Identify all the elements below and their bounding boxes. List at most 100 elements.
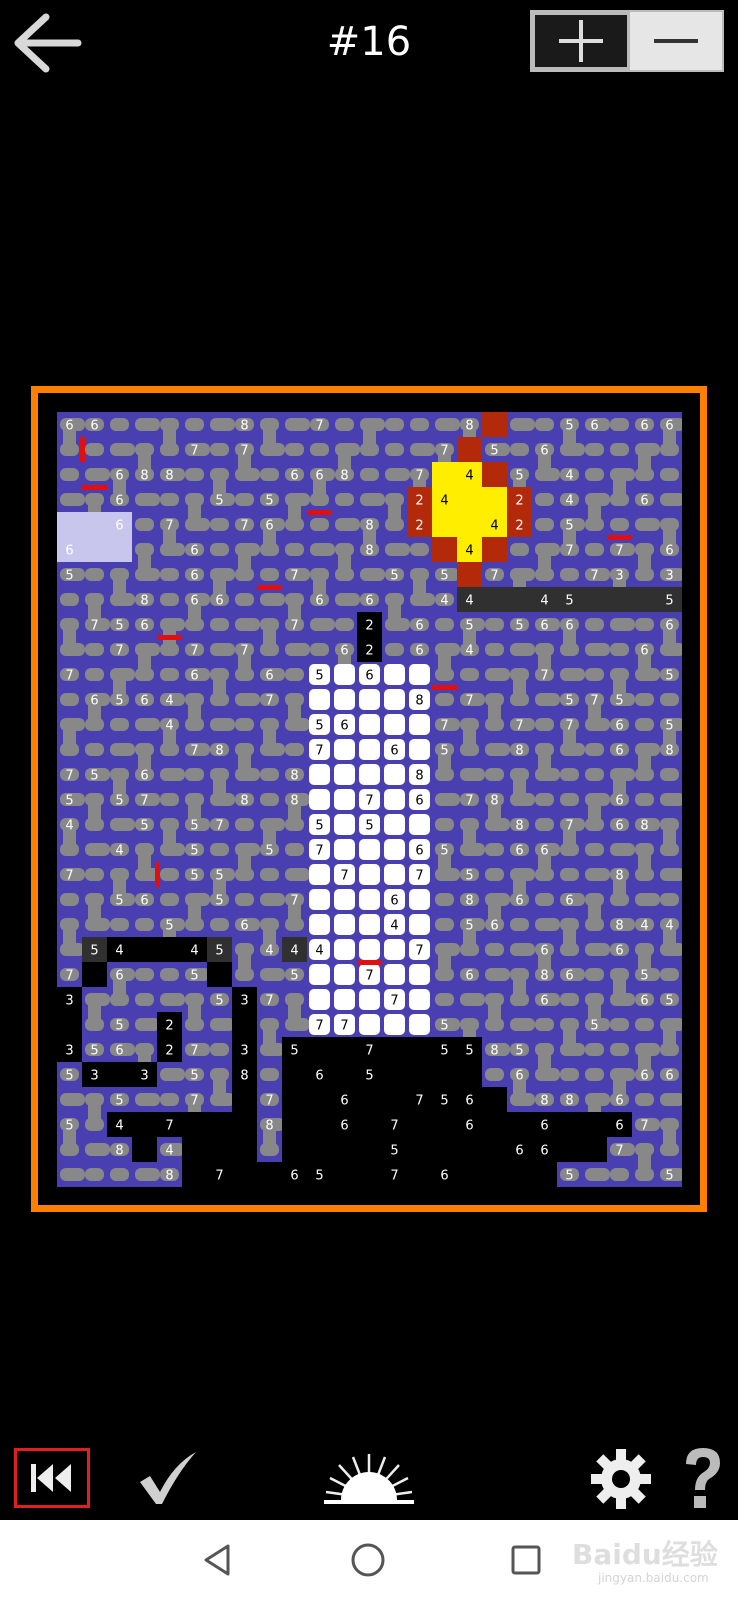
pipe-cell[interactable] <box>260 743 285 756</box>
pipe-cell[interactable] <box>185 618 204 631</box>
white-path-cell[interactable] <box>359 889 380 910</box>
pipe-cell[interactable] <box>435 968 454 981</box>
pipe-cell[interactable] <box>610 618 635 631</box>
pipe-cell[interactable] <box>585 1068 604 1081</box>
pipe-cell[interactable] <box>60 493 85 506</box>
pipe-cell[interactable] <box>485 618 504 631</box>
blocked-cell[interactable] <box>482 462 507 487</box>
black-path-cell[interactable] <box>307 1087 332 1112</box>
pipe-cell[interactable] <box>110 718 129 731</box>
pipe-cell[interactable] <box>560 443 585 456</box>
pipe-cell[interactable] <box>435 668 454 681</box>
rewind-button[interactable] <box>14 1448 90 1508</box>
pipe-cell[interactable] <box>660 968 679 981</box>
pipe-cell[interactable] <box>610 518 629 531</box>
blocked-cell[interactable] <box>432 537 457 562</box>
white-path-cell[interactable] <box>309 789 330 810</box>
pipe-cell[interactable] <box>85 843 110 856</box>
pipe-cell[interactable] <box>635 618 654 631</box>
pipe-cell[interactable] <box>460 668 479 681</box>
pipe-cell[interactable] <box>85 1143 110 1156</box>
pipe-cell[interactable] <box>185 918 204 931</box>
pipe-cell[interactable] <box>535 568 554 581</box>
pipe-cell[interactable] <box>110 818 135 831</box>
pipe-cell[interactable] <box>135 1093 160 1106</box>
white-path-cell[interactable] <box>409 1014 430 1035</box>
pipe-cell[interactable] <box>185 768 204 781</box>
pipe-cell[interactable] <box>635 693 654 706</box>
black-path-cell[interactable] <box>582 1112 607 1137</box>
pipe-cell[interactable] <box>660 943 682 956</box>
pipe-cell[interactable] <box>585 643 610 656</box>
white-path-cell[interactable] <box>334 689 355 710</box>
pipe-cell[interactable] <box>485 1068 504 1081</box>
pipe-cell[interactable] <box>85 818 104 831</box>
black-path-cell[interactable] <box>207 962 232 987</box>
black-path-cell[interactable] <box>332 1062 357 1087</box>
blocked-cell[interactable] <box>482 412 507 437</box>
pipe-cell[interactable] <box>535 518 554 531</box>
pipe-cell[interactable] <box>485 743 510 756</box>
pipe-cell[interactable] <box>585 968 604 981</box>
dark-path-cell[interactable] <box>607 587 632 612</box>
pipe-cell[interactable] <box>310 643 329 656</box>
pipe-cell[interactable] <box>185 418 204 431</box>
pipe-cell[interactable] <box>485 868 504 881</box>
black-path-cell[interactable] <box>482 1137 507 1162</box>
white-path-cell[interactable] <box>359 1014 380 1035</box>
white-path-cell[interactable] <box>359 764 380 785</box>
black-path-cell[interactable] <box>207 1137 232 1162</box>
pipe-cell[interactable] <box>235 768 260 781</box>
pipe-cell[interactable] <box>560 1043 585 1056</box>
white-path-cell[interactable] <box>309 889 330 910</box>
pipe-cell[interactable] <box>210 1093 235 1106</box>
pipe-cell[interactable] <box>260 568 279 581</box>
pipe-cell[interactable] <box>60 1168 85 1181</box>
pipe-cell[interactable] <box>610 443 629 456</box>
black-path-cell[interactable] <box>182 1112 207 1137</box>
pipe-cell[interactable] <box>285 418 310 431</box>
pipe-cell[interactable] <box>585 768 604 781</box>
blocked-cell[interactable] <box>457 562 482 587</box>
pipe-cell[interactable] <box>635 668 660 681</box>
pipe-cell[interactable] <box>485 718 504 731</box>
black-path-cell[interactable] <box>232 1162 257 1187</box>
white-path-cell[interactable] <box>334 739 355 760</box>
pipe-cell[interactable] <box>360 493 385 506</box>
pipe-cell[interactable] <box>335 518 360 531</box>
yellow-path-cell[interactable] <box>482 487 507 512</box>
black-path-cell[interactable] <box>157 937 182 962</box>
white-path-cell[interactable] <box>384 864 405 885</box>
pipe-cell[interactable] <box>285 818 304 831</box>
white-path-cell[interactable] <box>309 914 330 935</box>
pipe-cell[interactable] <box>310 493 329 506</box>
pipe-cell[interactable] <box>285 718 310 731</box>
black-path-cell[interactable] <box>182 1137 207 1162</box>
pipe-cell[interactable] <box>660 893 679 906</box>
pipe-cell[interactable] <box>85 668 104 681</box>
pipe-cell[interactable] <box>335 493 354 506</box>
black-path-cell[interactable] <box>132 1137 157 1162</box>
pipe-cell[interactable] <box>135 568 160 581</box>
pipe-cell[interactable] <box>510 993 529 1006</box>
pipe-cell[interactable] <box>85 1118 104 1131</box>
white-path-cell[interactable] <box>334 664 355 685</box>
pipe-cell[interactable] <box>585 943 610 956</box>
pipe-cell[interactable] <box>210 918 229 931</box>
pipe-cell[interactable] <box>635 518 660 531</box>
black-path-cell[interactable] <box>307 1137 332 1162</box>
pipe-cell[interactable] <box>485 943 504 956</box>
pipe-cell[interactable] <box>635 868 654 881</box>
pipe-cell[interactable] <box>285 518 304 531</box>
pipe-cell[interactable] <box>60 843 79 856</box>
pipe-cell[interactable] <box>160 593 179 606</box>
black-path-cell[interactable] <box>332 1137 357 1162</box>
pipe-cell[interactable] <box>485 1018 504 1031</box>
pipe-cell[interactable] <box>435 868 460 881</box>
dark-path-cell[interactable] <box>582 587 607 612</box>
black-path-cell[interactable] <box>582 1137 607 1162</box>
pipe-cell[interactable] <box>60 468 79 481</box>
white-path-cell[interactable] <box>409 739 430 760</box>
pipe-cell[interactable] <box>385 418 404 431</box>
black-path-cell[interactable] <box>257 1162 282 1187</box>
